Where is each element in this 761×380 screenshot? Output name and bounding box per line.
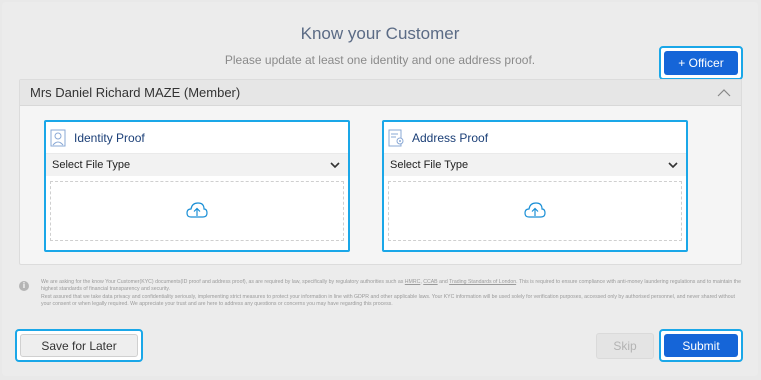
identity-proof-header: Identity Proof (46, 122, 348, 154)
identity-file-type-select[interactable]: Select File Type (46, 154, 348, 176)
member-name: Mrs Daniel Richard MAZE (Member) (30, 85, 241, 100)
submit-button-focus: Submit (659, 329, 743, 362)
add-officer-button-focus: + Officer (659, 46, 743, 80)
address-upload-dropzone[interactable] (388, 181, 682, 241)
address-proof-card: Address Proof Select File Type (382, 120, 688, 252)
page-title: Know your Customer (300, 24, 460, 43)
member-panel-header[interactable]: Mrs Daniel Richard MAZE (Member) (20, 80, 741, 106)
identity-proof-card: Identity Proof Select File Type (44, 120, 350, 252)
disclaimer-privacy-text: Rest assured that we take data privacy a… (41, 293, 735, 307)
add-officer-button[interactable]: + Officer (664, 51, 738, 75)
chevron-down-icon (330, 161, 340, 168)
address-document-icon (388, 129, 404, 146)
cloud-upload-icon[interactable] (186, 200, 208, 222)
identity-proof-title: Identity Proof (74, 130, 145, 145)
disclaimer-separator: and (437, 279, 450, 285)
page-subtitle: Please update at least one identity and … (224, 53, 536, 67)
address-proof-title: Address Proof (412, 130, 489, 145)
member-panel: Mrs Daniel Richard MAZE (Member) Identit… (19, 79, 742, 265)
identity-file-type-value: Select File Type (52, 159, 131, 171)
submit-button[interactable]: Submit (664, 334, 738, 357)
kyc-modal: Know your Customer Please update at leas… (2, 2, 758, 376)
chevron-up-icon[interactable] (717, 88, 731, 98)
disclaimer-text: We are asking for the know Your Customer… (41, 279, 405, 285)
id-card-icon (50, 129, 66, 146)
ccab-link[interactable]: CCAB (423, 279, 437, 285)
save-for-later-button[interactable]: Save for Later (20, 334, 138, 357)
save-for-later-button-focus: Save for Later (15, 329, 143, 362)
address-proof-header: Address Proof (384, 122, 686, 154)
info-icon: i (19, 281, 29, 291)
trading-standards-link[interactable]: Trading Standards of London (449, 279, 516, 285)
identity-upload-dropzone[interactable] (50, 181, 344, 241)
chevron-down-icon (668, 161, 678, 168)
skip-button[interactable]: Skip (596, 333, 654, 359)
address-file-type-value: Select File Type (390, 159, 469, 171)
kyc-disclaimer: We are asking for the know Your Customer… (41, 279, 741, 308)
address-file-type-select[interactable]: Select File Type (384, 154, 686, 176)
cloud-upload-icon[interactable] (524, 200, 546, 222)
hmrc-link[interactable]: HMRC (405, 279, 421, 285)
